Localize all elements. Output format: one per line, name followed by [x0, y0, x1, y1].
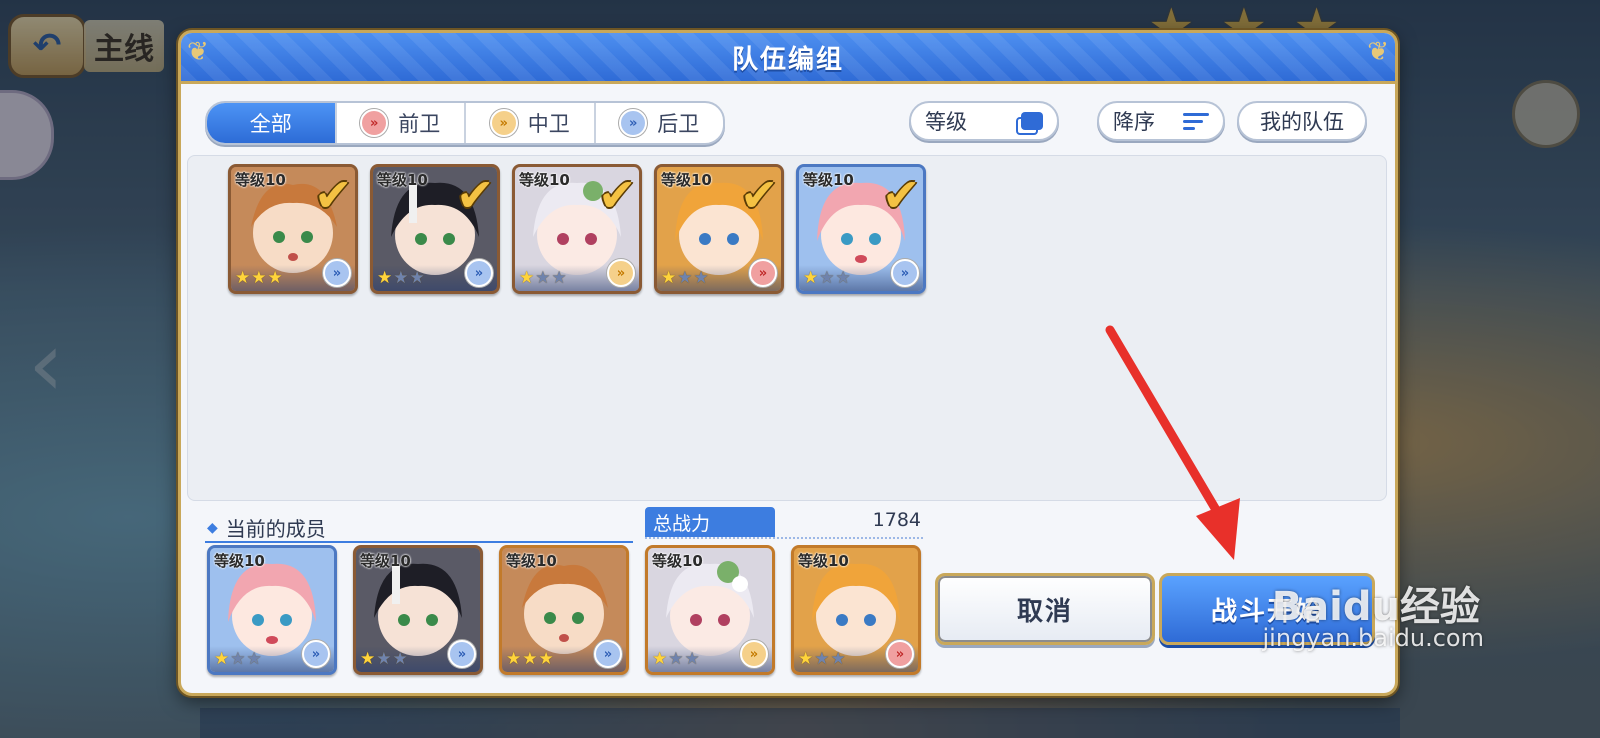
- rearguard-role-icon: »: [594, 640, 622, 668]
- level-label: 等级10: [235, 171, 286, 189]
- team-member-card[interactable]: 等级10 ★ ★ ★ »: [499, 545, 629, 675]
- current-members-label: 当前的成员: [225, 517, 326, 541]
- sort-level-label: 等级: [925, 110, 967, 134]
- level-label: 等级10: [360, 552, 411, 570]
- tab-vanguard[interactable]: » 前卫: [334, 103, 465, 143]
- sort-lines-icon: [1183, 112, 1209, 130]
- star-icon: ★: [652, 648, 668, 669]
- star-icon: ★: [376, 648, 392, 669]
- star-icon: ★: [538, 648, 554, 669]
- level-label: 等级10: [652, 552, 703, 570]
- team-member-card[interactable]: 等级10 ★ ★ ★ »: [791, 545, 921, 675]
- tab-rearguard[interactable]: » 后卫: [593, 103, 724, 143]
- team-member-card[interactable]: 等级10 ★ ★ ★ »: [645, 545, 775, 675]
- star-icon: ★: [803, 267, 819, 288]
- stack-icon: [1016, 112, 1043, 135]
- star-icon: ★: [230, 648, 246, 669]
- star-icon: ★: [551, 267, 567, 288]
- tab-label: 全部: [249, 112, 292, 136]
- star-icon: ★: [522, 648, 538, 669]
- dialog-title: 队伍编组: [731, 44, 844, 75]
- star-icon: ★: [393, 267, 409, 288]
- level-label: 等级10: [661, 171, 712, 189]
- dialog-header: ❦ 队伍编组 ❦: [181, 33, 1395, 84]
- check-icon: ✔: [456, 168, 495, 222]
- level-label: 等级10: [377, 171, 428, 189]
- star-icon: ★: [819, 267, 835, 288]
- tab-label: 后卫: [657, 112, 700, 136]
- current-members-heading: ◆ 当前的成员: [207, 513, 326, 542]
- star-icon: ★: [392, 648, 408, 669]
- check-icon: ✔: [598, 168, 637, 222]
- star-icon: ★: [798, 648, 814, 669]
- level-label: 等级10: [798, 552, 849, 570]
- star-icon: ★: [377, 267, 393, 288]
- star-icon: ★: [661, 267, 677, 288]
- star-icon: ★: [668, 648, 684, 669]
- star-icon: ★: [251, 267, 267, 288]
- annotation-arrow-icon: [1105, 325, 1240, 560]
- divider: [205, 541, 633, 543]
- tab-label: 中卫: [527, 112, 570, 136]
- watermark-url: jingyan.baidu.com: [1262, 624, 1484, 652]
- diamond-icon: ◆: [207, 519, 218, 536]
- level-label: 等级10: [214, 552, 265, 570]
- star-icon: ★: [506, 648, 522, 669]
- rearguard-role-icon: »: [448, 640, 476, 668]
- star-icon: ★: [684, 648, 700, 669]
- star-icon: ★: [693, 267, 709, 288]
- my-team-label: 我的队伍: [1260, 110, 1344, 134]
- check-icon: ✔: [882, 168, 921, 222]
- star-icon: ★: [214, 648, 230, 669]
- sort-order-button[interactable]: 降序: [1097, 101, 1225, 141]
- rearguard-role-icon: »: [465, 259, 493, 287]
- rearguard-role-icon: »: [302, 640, 330, 668]
- rearguard-role-icon: »: [619, 109, 648, 137]
- star-icon: ★: [830, 648, 846, 669]
- divider: [645, 537, 923, 541]
- star-icon: ★: [535, 267, 551, 288]
- midguard-role-icon: »: [607, 259, 635, 287]
- check-icon: ✔: [314, 168, 353, 222]
- rearguard-role-icon: »: [891, 259, 919, 287]
- team-member-card[interactable]: 等级10 ★ ★ ★ »: [207, 545, 337, 675]
- star-icon: ★: [267, 267, 283, 288]
- midguard-role-icon: »: [740, 640, 768, 668]
- cancel-button[interactable]: 取消: [935, 573, 1155, 645]
- level-label: 等级10: [803, 171, 854, 189]
- role-filter-tabs: 全部 » 前卫 » 中卫 » 后卫: [205, 101, 725, 145]
- tab-label: 前卫: [398, 112, 441, 136]
- team-member-card[interactable]: 等级10 ★ ★ ★ »: [353, 545, 483, 675]
- rearguard-role-icon: »: [323, 259, 351, 287]
- vanguard-role-icon: »: [749, 259, 777, 287]
- star-icon: ★: [677, 267, 693, 288]
- star-icon: ★: [835, 267, 851, 288]
- star-icon: ★: [814, 648, 830, 669]
- star-icon: ★: [409, 267, 425, 288]
- total-power-label: 总战力: [645, 507, 775, 537]
- total-power-value: 1784: [872, 509, 921, 531]
- midguard-role-icon: »: [489, 109, 518, 137]
- level-label: 等级10: [506, 552, 557, 570]
- vanguard-role-icon: »: [886, 640, 914, 668]
- vanguard-role-icon: »: [360, 109, 389, 137]
- level-label: 等级10: [519, 171, 570, 189]
- sort-order-label: 降序: [1113, 110, 1155, 134]
- star-icon: ★: [246, 648, 262, 669]
- star-icon: ★: [360, 648, 376, 669]
- corner-ornament-icon: ❦: [187, 37, 209, 67]
- tab-midguard[interactable]: » 中卫: [464, 103, 594, 143]
- star-icon: ★: [235, 267, 251, 288]
- sort-by-level-button[interactable]: 等级: [909, 101, 1059, 141]
- corner-ornament-icon: ❦: [1367, 37, 1389, 67]
- my-team-button[interactable]: 我的队伍: [1237, 101, 1367, 141]
- tab-all[interactable]: 全部: [207, 103, 335, 143]
- check-icon: ✔: [740, 168, 779, 222]
- star-icon: ★: [519, 267, 535, 288]
